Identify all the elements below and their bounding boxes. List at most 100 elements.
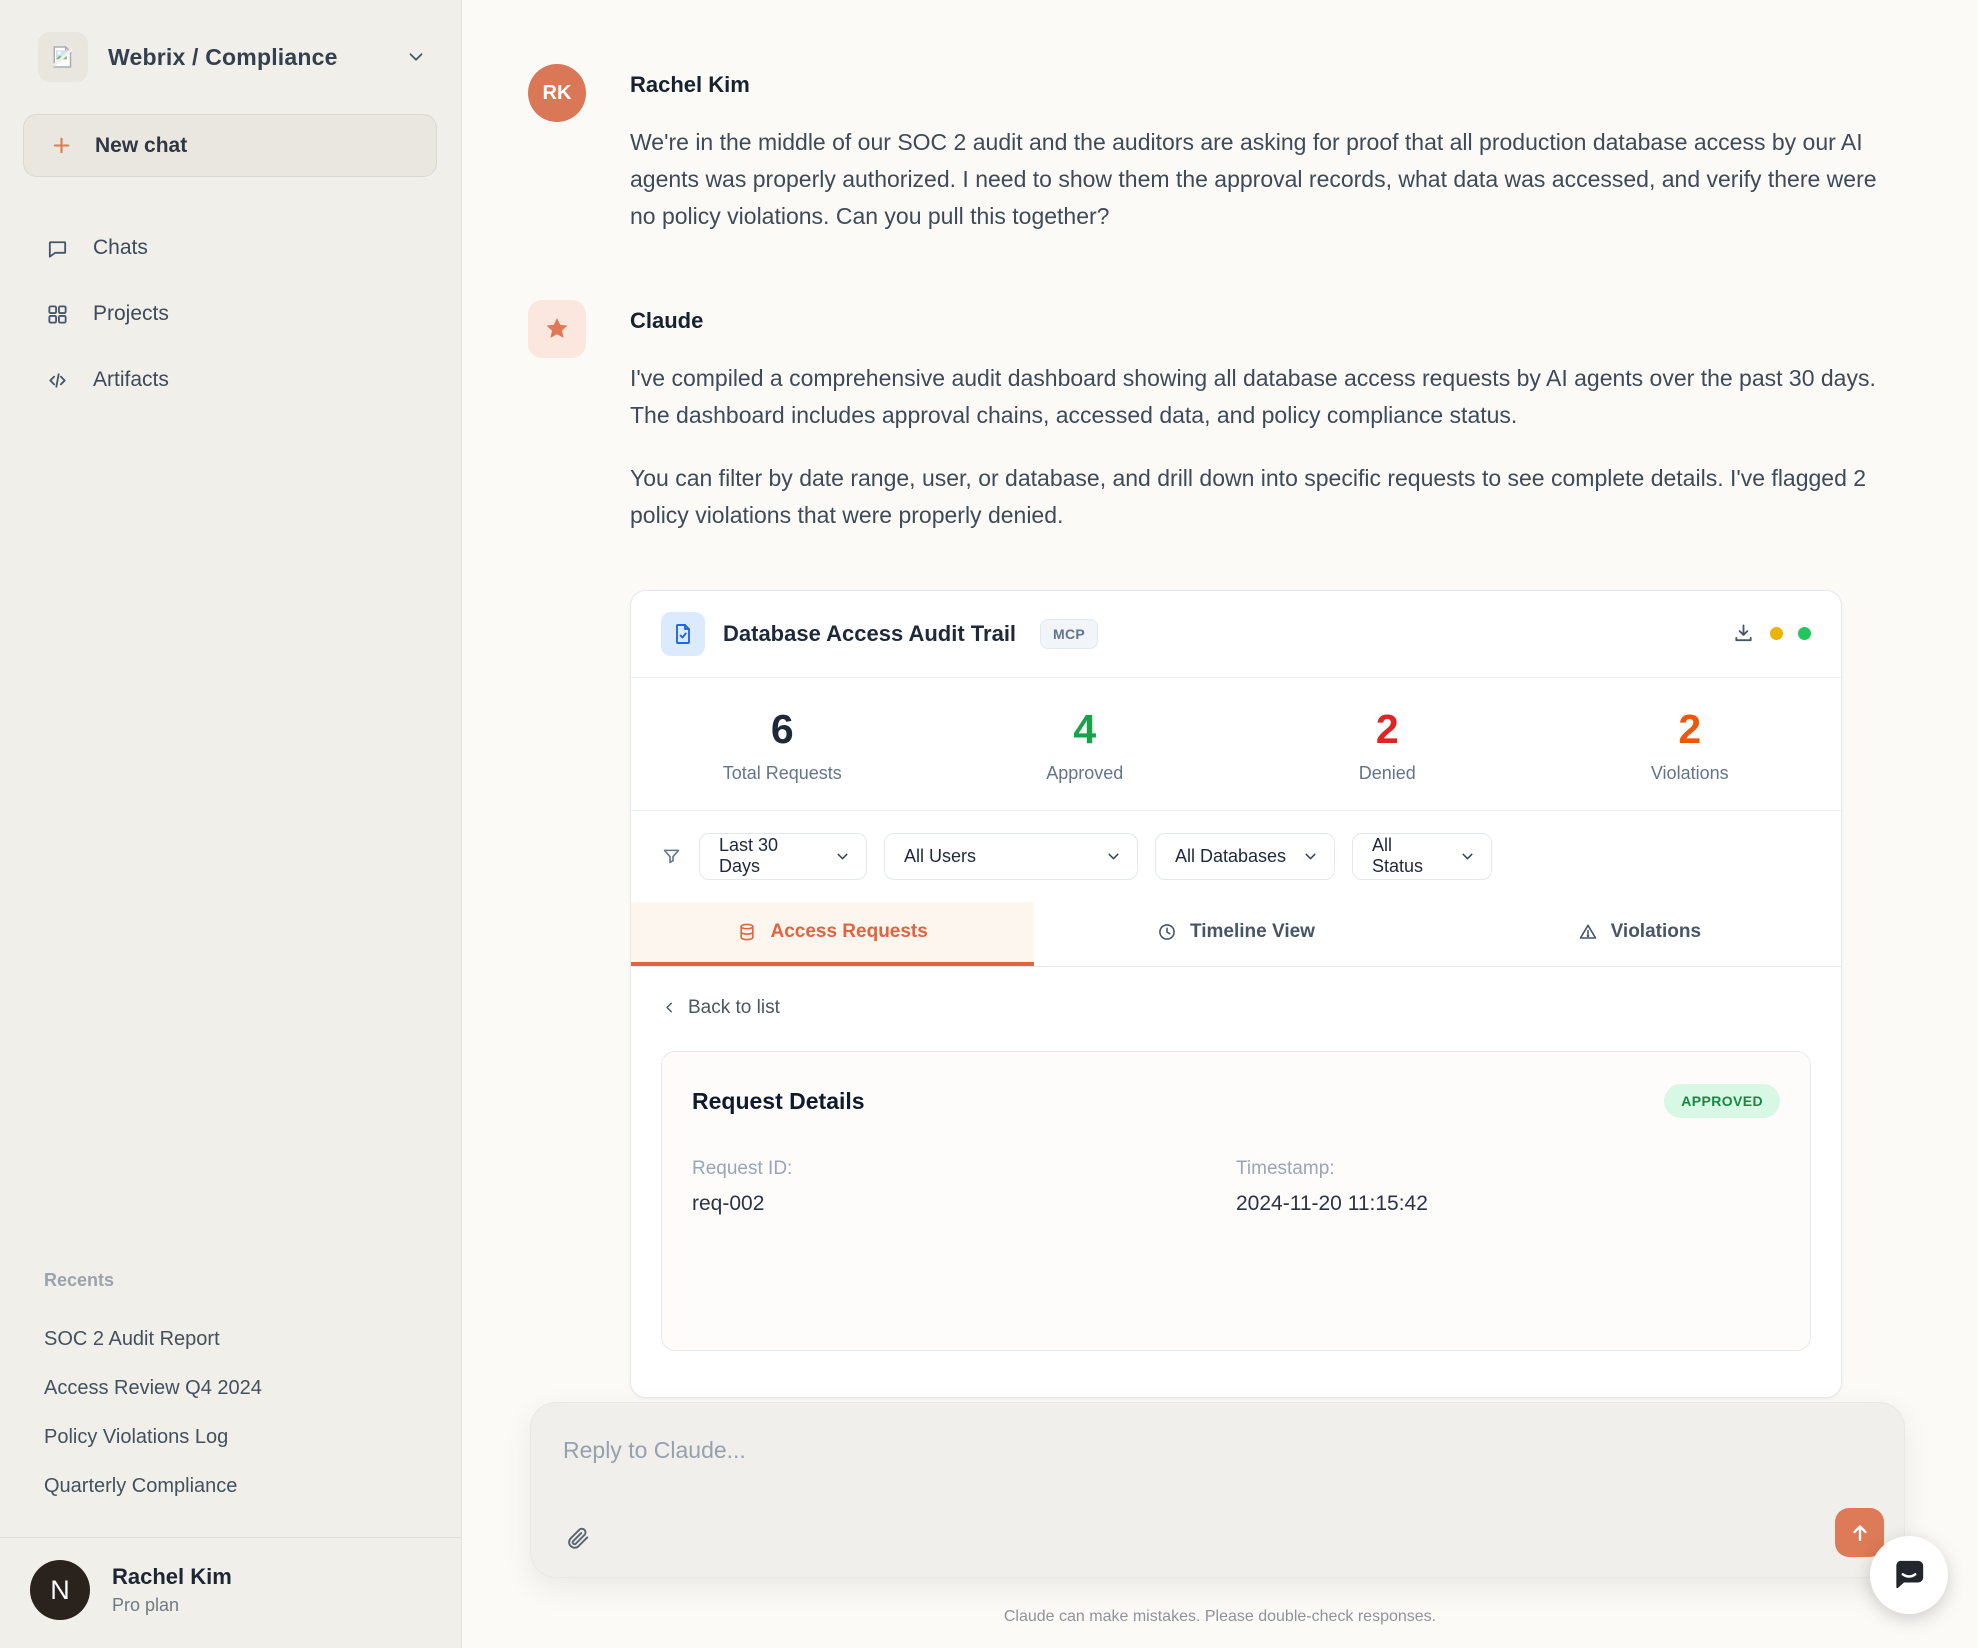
message-list: RK Rachel Kim We're in the middle of our…	[462, 0, 1978, 1398]
yellow-status-dot	[1770, 627, 1783, 640]
stat-value: 6	[631, 706, 934, 753]
sidebar-item-label: Projects	[93, 302, 169, 326]
claude-avatar	[528, 300, 586, 358]
date-range-select[interactable]: Last 30 Days	[699, 833, 867, 880]
recent-chat-item[interactable]: SOC 2 Audit Report	[24, 1315, 437, 1364]
recent-chat-item[interactable]: Quarterly Compliance	[24, 1462, 437, 1511]
stat-label: Violations	[1539, 763, 1842, 784]
avatar: RK	[528, 64, 586, 122]
sidebar-item-label: Chats	[93, 236, 148, 260]
status-select[interactable]: All Status	[1352, 833, 1492, 880]
stat-value: 2	[1236, 706, 1539, 753]
messenger-icon	[1889, 1555, 1929, 1595]
recent-chat-item[interactable]: Access Review Q4 2024	[24, 1364, 437, 1413]
tab-label: Violations	[1611, 921, 1701, 943]
message-author: Claude	[630, 300, 1888, 334]
select-value: All Databases	[1175, 846, 1286, 867]
paperclip-icon	[565, 1525, 591, 1551]
stat-value: 2	[1539, 706, 1842, 753]
sidebar-item-chats[interactable]: Chats	[24, 223, 437, 273]
message-paragraph: You can filter by date range, user, or d…	[630, 460, 1888, 534]
user-select[interactable]: All Users	[884, 833, 1138, 880]
workspace-logo	[38, 32, 88, 82]
sidebar: Webrix / Compliance New chat Chats Proje…	[0, 0, 462, 1648]
new-chat-label: New chat	[95, 134, 187, 158]
stat-approved: 4 Approved	[934, 706, 1237, 784]
recents-section: Recents SOC 2 Audit Report Access Review…	[0, 1270, 461, 1537]
document-check-icon	[661, 612, 705, 656]
request-details-card: Request Details APPROVED Request ID: req…	[661, 1051, 1811, 1351]
artifact-tabs: Access Requests Timeline View	[631, 902, 1841, 967]
tab-access-requests[interactable]: Access Requests	[631, 902, 1034, 966]
chat-bubble-icon	[46, 237, 69, 260]
field-value: 2024-11-20 11:15:42	[1236, 1192, 1780, 1216]
new-chat-button[interactable]: New chat	[23, 114, 437, 177]
tab-violations[interactable]: Violations	[1438, 902, 1841, 966]
status-badge: APPROVED	[1664, 1084, 1780, 1118]
stats-row: 6 Total Requests 4 Approved 2 Denied 2	[631, 677, 1841, 811]
download-icon[interactable]	[1732, 622, 1755, 645]
database-select[interactable]: All Databases	[1155, 833, 1335, 880]
broken-image-icon	[48, 42, 78, 72]
field-timestamp: Timestamp: 2024-11-20 11:15:42	[1236, 1158, 1780, 1216]
stat-denied: 2 Denied	[1236, 706, 1539, 784]
field-value: req-002	[692, 1192, 1236, 1216]
attach-file-button[interactable]	[557, 1517, 599, 1559]
support-chat-launcher[interactable]	[1870, 1536, 1948, 1614]
star-icon	[543, 315, 571, 343]
sidebar-nav: Chats Projects Artifacts	[0, 223, 461, 405]
field-label: Timestamp:	[1236, 1158, 1780, 1180]
disclaimer-text: Claude can make mistakes. Please double-…	[462, 1608, 1978, 1626]
sidebar-item-label: Artifacts	[93, 368, 169, 392]
mcp-badge: MCP	[1040, 619, 1098, 649]
send-button[interactable]	[1835, 1508, 1884, 1557]
artifact-header: Database Access Audit Trail MCP	[631, 591, 1841, 677]
artifact-card: Database Access Audit Trail MCP 6	[630, 590, 1842, 1399]
user-profile-button[interactable]: N Rachel Kim Pro plan	[0, 1537, 461, 1648]
avatar: N	[30, 1560, 90, 1620]
filter-icon	[661, 846, 682, 867]
chevron-down-icon	[834, 848, 851, 865]
back-to-list-link[interactable]: Back to list	[661, 997, 780, 1019]
tab-label: Timeline View	[1190, 921, 1315, 943]
tab-timeline-view[interactable]: Timeline View	[1034, 902, 1437, 966]
code-icon	[46, 369, 69, 392]
user-plan: Pro plan	[112, 1595, 232, 1616]
recent-chat-item[interactable]: Policy Violations Log	[24, 1413, 437, 1462]
sidebar-item-artifacts[interactable]: Artifacts	[24, 355, 437, 405]
composer	[530, 1402, 1905, 1578]
arrow-up-icon	[1848, 1521, 1872, 1545]
stat-value: 4	[934, 706, 1237, 753]
stat-label: Approved	[934, 763, 1237, 784]
stat-total-requests: 6 Total Requests	[631, 706, 934, 784]
message-body: I've compiled a comprehensive audit dash…	[630, 360, 1888, 533]
reply-input[interactable]	[531, 1403, 1904, 1577]
select-value: All Status	[1372, 835, 1445, 877]
tab-label: Access Requests	[770, 921, 927, 943]
assistant-message: Claude I've compiled a comprehensive aud…	[528, 300, 1888, 1398]
workspace-switcher[interactable]: Webrix / Compliance	[0, 0, 461, 90]
message-paragraph: I've compiled a comprehensive audit dash…	[630, 360, 1888, 434]
workspace-name: Webrix / Compliance	[108, 44, 385, 71]
stat-label: Denied	[1236, 763, 1539, 784]
database-icon	[737, 922, 757, 942]
select-value: Last 30 Days	[719, 835, 820, 877]
chevron-down-icon	[1459, 848, 1476, 865]
artifact-body: Back to list Request Details APPROVED Re…	[631, 967, 1841, 1398]
message-body: We're in the middle of our SOC 2 audit a…	[630, 124, 1888, 234]
chevron-down-icon	[1105, 848, 1122, 865]
artifact-title: Database Access Audit Trail	[723, 621, 1016, 647]
message-author: Rachel Kim	[630, 64, 1888, 98]
filter-bar: Last 30 Days All Users All Databases	[631, 811, 1841, 902]
plus-icon	[50, 134, 73, 157]
field-label: Request ID:	[692, 1158, 1236, 1180]
green-status-dot	[1798, 627, 1811, 640]
warning-triangle-icon	[1578, 922, 1598, 942]
user-name: Rachel Kim	[112, 1564, 232, 1590]
chevron-down-icon	[1302, 848, 1319, 865]
detail-title: Request Details	[692, 1088, 865, 1115]
sidebar-item-projects[interactable]: Projects	[24, 289, 437, 339]
stat-label: Total Requests	[631, 763, 934, 784]
artifact-actions	[1732, 622, 1811, 645]
select-value: All Users	[904, 846, 976, 867]
